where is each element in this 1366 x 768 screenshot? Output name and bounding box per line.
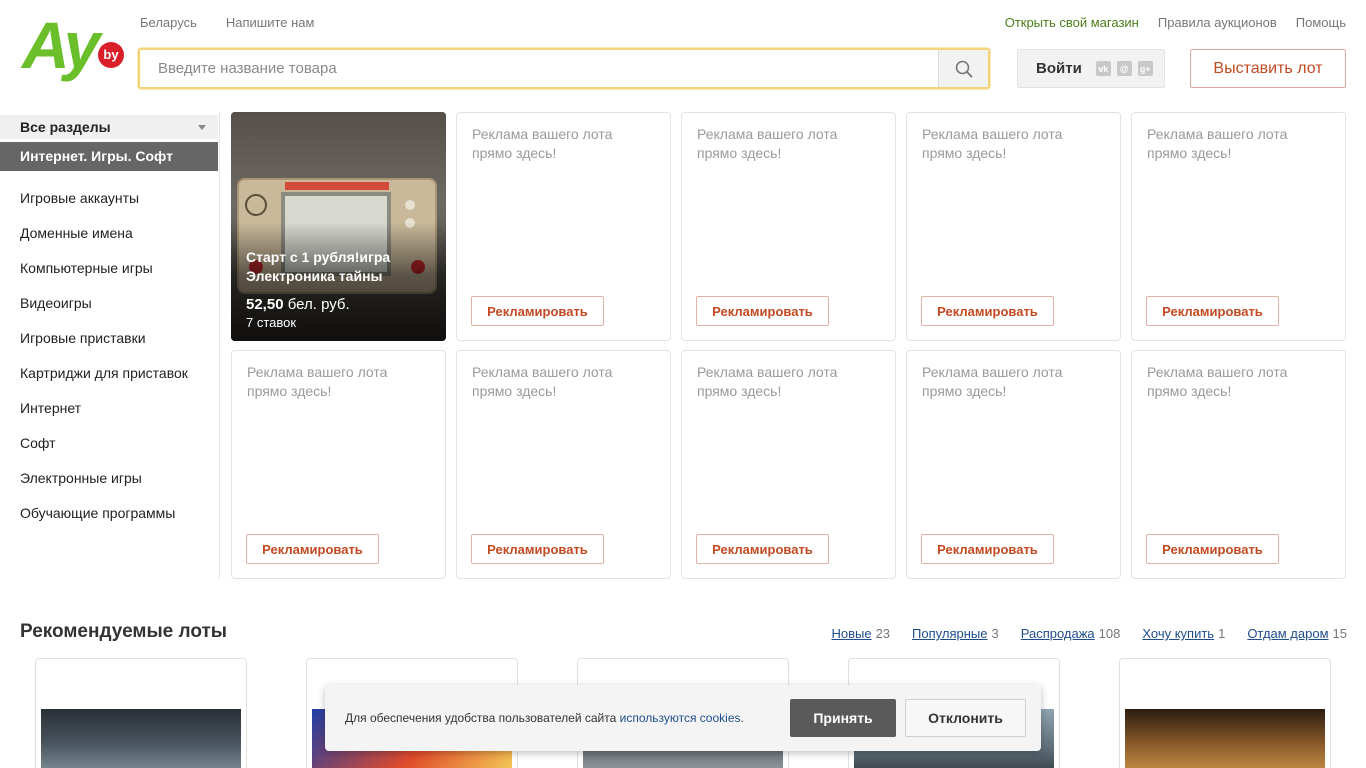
accept-cookies-button[interactable]: Принять xyxy=(790,699,896,737)
advertise-button[interactable]: Рекламировать xyxy=(1146,534,1279,564)
sidebar-item-domains[interactable]: Доменные имена xyxy=(20,221,188,256)
tab-sale: Распродажа 108 xyxy=(1021,626,1121,641)
cookie-banner: Для обеспечения удобства пользователей с… xyxy=(325,685,1041,751)
search-bar xyxy=(138,48,990,89)
tab-new-link[interactable]: Новые xyxy=(831,626,871,641)
tab-want-buy: Хочу купить 1 xyxy=(1142,626,1225,641)
tab-popular-link[interactable]: Популярные xyxy=(912,626,987,641)
ad-slot-text: Реклама вашего лота прямо здесь! xyxy=(1147,364,1288,399)
ad-slot: Реклама вашего лота прямо здесь! Реклами… xyxy=(456,350,671,579)
chevron-down-icon xyxy=(198,125,206,130)
ad-slot-text: Реклама вашего лота прямо здесь! xyxy=(697,126,838,161)
google-plus-icon[interactable]: g+ xyxy=(1137,61,1153,76)
ad-slot: Реклама вашего лота прямо здесь! Реклами… xyxy=(906,112,1121,341)
cookie-suffix: . xyxy=(740,711,744,725)
auction-rules-link[interactable]: Правила аукционов xyxy=(1158,15,1277,30)
all-sections-dropdown[interactable]: Все разделы xyxy=(0,115,218,139)
tab-giveaway-link[interactable]: Отдам даром xyxy=(1247,626,1328,641)
cookie-text: Для обеспечения удобства пользователей с… xyxy=(345,711,744,725)
ad-slot-text: Реклама вашего лота прямо здесь! xyxy=(697,364,838,399)
ad-slot: Реклама вашего лота прямо здесь! Реклами… xyxy=(906,350,1121,579)
advertise-button[interactable]: Рекламировать xyxy=(921,296,1054,326)
category-sidebar: Все разделы Интернет. Игры. Софт Игровые… xyxy=(0,112,220,579)
sidebar-item-software[interactable]: Софт xyxy=(20,431,188,466)
sidebar-item-video-games[interactable]: Видеоигры xyxy=(20,291,188,326)
advertise-button[interactable]: Рекламировать xyxy=(471,296,604,326)
advertise-button[interactable]: Рекламировать xyxy=(921,534,1054,564)
ad-slot-text: Реклама вашего лота прямо здесь! xyxy=(247,364,388,399)
decline-cookies-button[interactable]: Отклонить xyxy=(905,699,1026,737)
lot-price-currency: бел. руб. xyxy=(287,296,350,313)
advertise-button[interactable]: Рекламировать xyxy=(246,534,379,564)
login-button[interactable]: Войти vk @ g+ xyxy=(1017,49,1165,88)
advertise-button[interactable]: Рекламировать xyxy=(696,296,829,326)
recommended-title: Рекомендуемые лоты xyxy=(20,621,228,642)
tab-giveaway: Отдам даром 15 xyxy=(1247,626,1347,641)
tab-want-buy-count: 1 xyxy=(1218,626,1226,641)
tab-popular: Популярные 3 xyxy=(912,626,999,641)
ad-slot: Реклама вашего лота прямо здесь! Реклами… xyxy=(456,112,671,341)
tab-new: Новые 23 xyxy=(831,626,890,641)
sidebar-item-cartridges[interactable]: Картриджи для приставок xyxy=(20,361,188,396)
recommended-tabs: Новые 23 Популярные 3 Распродажа 108 Хочу к… xyxy=(831,626,1347,641)
ad-slot: Реклама вашего лота прямо здесь! Реклами… xyxy=(681,112,896,341)
lot-thumbnail xyxy=(41,709,241,768)
ad-slot: Реклама вашего лота прямо здесь! Реклами… xyxy=(1131,350,1346,579)
tab-sale-count: 108 xyxy=(1098,626,1121,641)
site-logo[interactable]: Ay by xyxy=(22,12,126,82)
tab-popular-count: 3 xyxy=(991,626,999,641)
advertise-button[interactable]: Рекламировать xyxy=(471,534,604,564)
sidebar-item-electronic-games[interactable]: Электронные игры xyxy=(20,466,188,501)
sidebar-item-internet[interactable]: Интернет xyxy=(20,396,188,431)
featured-lot-card[interactable]: Старт с 1 рубля!игра Электроника тайны 5… xyxy=(231,112,446,341)
ad-slot-text: Реклама вашего лота прямо здесь! xyxy=(472,126,613,161)
cookie-link[interactable]: используются cookies xyxy=(620,711,741,725)
ad-slot: Реклама вашего лота прямо здесь! Реклами… xyxy=(231,350,446,579)
sidebar-item-educational[interactable]: Обучающие программы xyxy=(20,501,188,536)
top-links-right: Открыть свой магазин Правила аукционов П… xyxy=(1005,15,1346,30)
logo-text: Ay xyxy=(22,8,100,82)
search-button[interactable] xyxy=(938,50,988,87)
cookie-message: Для обеспечения удобства пользователей с… xyxy=(345,711,617,725)
lot-price: 52,50 бел. руб. xyxy=(246,296,350,313)
region-link[interactable]: Беларусь xyxy=(140,15,197,30)
tab-new-count: 23 xyxy=(875,626,891,641)
ad-slot-text: Реклама вашего лота прямо здесь! xyxy=(472,364,613,399)
advertise-button[interactable]: Рекламировать xyxy=(1146,296,1279,326)
login-label: Войти xyxy=(1036,60,1082,77)
category-list: Игровые аккаунты Доменные имена Компьюте… xyxy=(20,186,188,536)
lot-thumbnail xyxy=(1125,709,1325,768)
contact-link[interactable]: Напишите нам xyxy=(226,15,315,30)
ad-slot: Реклама вашего лота прямо здесь! Реклами… xyxy=(681,350,896,579)
sidebar-item-game-accounts[interactable]: Игровые аккаунты xyxy=(20,186,188,221)
tab-sale-link[interactable]: Распродажа xyxy=(1021,626,1095,641)
tab-giveaway-count: 15 xyxy=(1332,626,1347,641)
logo-badge: by xyxy=(98,42,124,68)
place-lot-button[interactable]: Выставить лот xyxy=(1190,49,1346,88)
lot-bids: 7 ставок xyxy=(246,315,297,330)
ad-slot-text: Реклама вашего лота прямо здесь! xyxy=(922,364,1063,399)
ad-slot: Реклама вашего лота прямо здесь! Реклами… xyxy=(1131,112,1346,341)
tab-want-buy-link[interactable]: Хочу купить xyxy=(1142,626,1214,641)
vk-icon[interactable]: vk xyxy=(1095,61,1111,76)
help-link[interactable]: Помощь xyxy=(1296,15,1346,30)
advertise-button[interactable]: Рекламировать xyxy=(696,534,829,564)
ad-slot-text: Реклама вашего лота прямо здесь! xyxy=(1147,126,1288,161)
sidebar-item-pc-games[interactable]: Компьютерные игры xyxy=(20,256,188,291)
active-section[interactable]: Интернет. Игры. Софт xyxy=(0,142,218,171)
lot-title[interactable]: Старт с 1 рубля!игра Электроника тайны xyxy=(246,248,436,286)
search-input[interactable] xyxy=(140,50,938,87)
all-sections-label: Все разделы xyxy=(20,119,111,135)
mail-icon[interactable]: @ xyxy=(1116,61,1132,76)
sidebar-item-consoles[interactable]: Игровые приставки xyxy=(20,326,188,361)
recommended-lot-card[interactable] xyxy=(35,658,247,768)
recommended-lot-card[interactable] xyxy=(1119,658,1331,768)
lot-price-value: 52,50 xyxy=(246,296,284,313)
ad-slot-text: Реклама вашего лота прямо здесь! xyxy=(922,126,1063,161)
search-icon xyxy=(955,60,973,78)
open-shop-link[interactable]: Открыть свой магазин xyxy=(1005,15,1139,30)
top-links-left: Беларусь Напишите нам xyxy=(140,15,314,30)
